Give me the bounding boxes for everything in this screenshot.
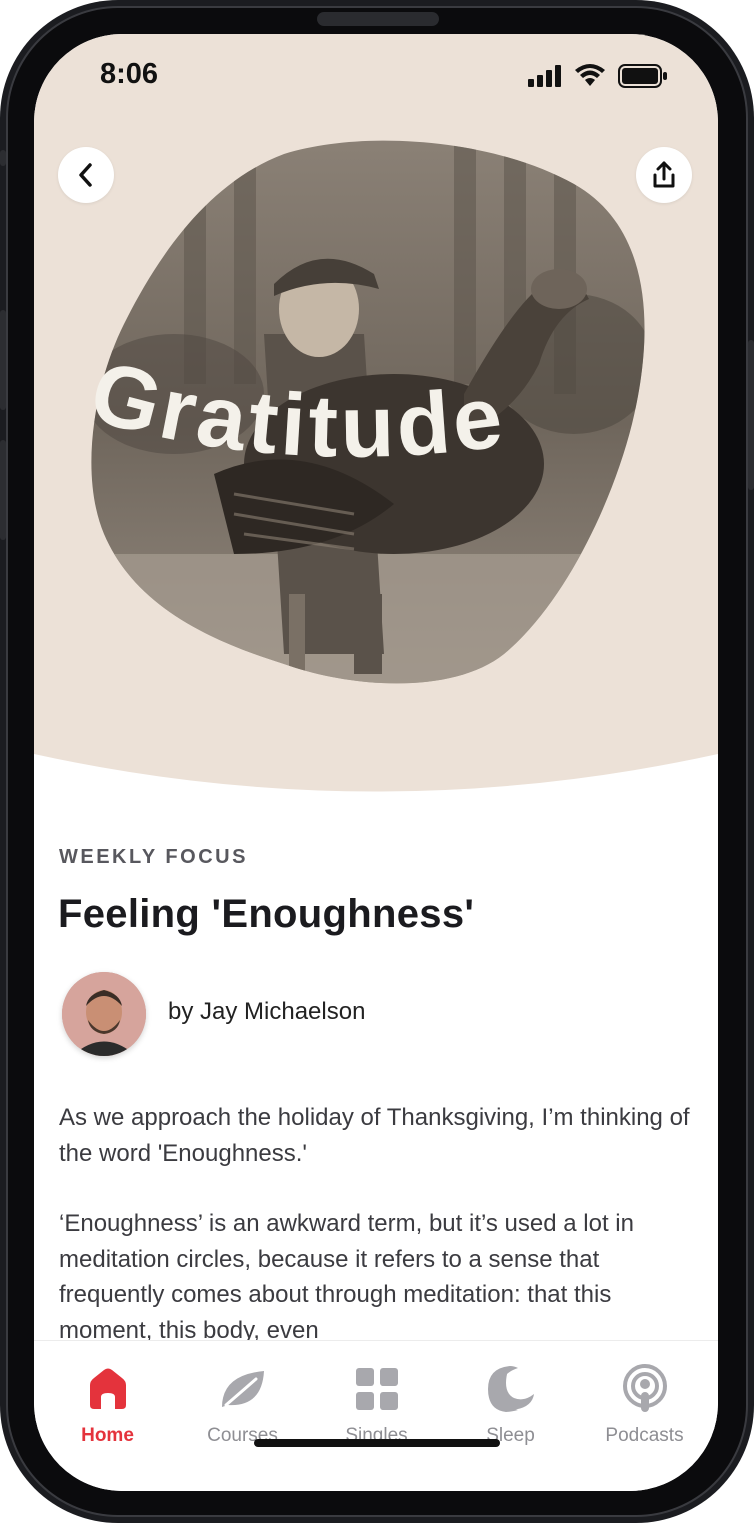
tab-label: Home — [81, 1425, 134, 1446]
volume-down-button — [0, 440, 6, 540]
wifi-icon — [575, 64, 605, 86]
author-avatar[interactable] — [62, 972, 146, 1056]
phone-frame: Gratitude 8:06 WEEKLY FOCUS Feeling 'Eno… — [0, 0, 754, 1523]
share-icon — [653, 161, 675, 188]
tab-sleep[interactable]: Sleep — [442, 1341, 579, 1451]
section-eyebrow: WEEKLY FOCUS — [59, 846, 248, 868]
tab-bar: Home Courses Singles Sleep Podcasts — [34, 1340, 718, 1491]
chevron-left-icon — [79, 163, 92, 187]
svg-text:Gratitude: Gratitude — [81, 341, 511, 476]
share-button[interactable] — [636, 147, 692, 203]
status-icons — [528, 64, 668, 88]
status-time: 8:06 — [100, 58, 159, 90]
battery-icon — [618, 64, 667, 88]
home-indicator[interactable] — [254, 1439, 500, 1447]
mute-switch — [0, 150, 6, 166]
power-button — [748, 340, 754, 490]
back-button[interactable] — [58, 147, 114, 203]
hero-overlay-title: Gratitude — [81, 341, 511, 476]
cellular-signal-icon — [528, 65, 561, 87]
leaf-icon — [221, 1371, 264, 1407]
article-paragraph: As we approach the holiday of Thanksgivi… — [59, 1104, 690, 1167]
article-paragraph: ‘Enoughness’ is an awkward term, but it’… — [59, 1210, 634, 1344]
tab-home[interactable]: Home — [39, 1341, 176, 1451]
author-photo — [62, 972, 146, 1056]
volume-up-button — [0, 310, 6, 410]
author-name[interactable]: by Jay Michaelson — [168, 998, 365, 1026]
tab-podcasts[interactable]: Podcasts — [576, 1341, 713, 1451]
grid-icon — [355, 1368, 398, 1410]
podcast-icon — [622, 1364, 667, 1412]
home-icon — [89, 1368, 126, 1409]
article-title: Feeling 'Enoughness' — [58, 892, 475, 936]
moon-icon — [487, 1366, 534, 1412]
speaker-grille — [317, 12, 439, 26]
tab-singles[interactable]: Singles — [308, 1341, 445, 1451]
app-screen: Gratitude 8:06 WEEKLY FOCUS Feeling 'Eno… — [34, 34, 718, 1491]
tab-courses[interactable]: Courses — [174, 1341, 311, 1451]
tab-label: Podcasts — [605, 1425, 684, 1446]
